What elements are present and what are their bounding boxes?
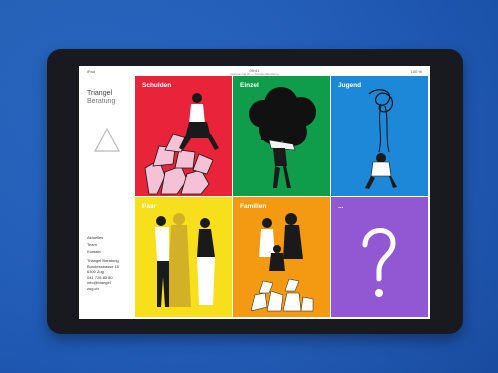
status-battery: 100 % <box>410 69 422 74</box>
tile-label-jugend: Jugend <box>338 82 362 89</box>
tile-familien[interactable]: Familien <box>233 197 330 317</box>
menu-item-team[interactable]: Team <box>87 241 103 248</box>
sidebar: Triangel Beratung Aktuelles Team Kontakt… <box>79 76 135 319</box>
sidebar-menu: Aktuelles Team Kontakt <box>87 234 103 255</box>
couple-icon <box>155 213 215 307</box>
family-icon <box>250 213 314 312</box>
youth-swing-icon <box>365 89 397 189</box>
ipad-screen: iPad 09:41 triangel-zug.ch — Triangel Be… <box>79 66 430 319</box>
tile-schulden[interactable]: Schulden <box>135 76 232 196</box>
brand-subtitle[interactable]: Beratung <box>87 98 115 105</box>
brand-name[interactable]: Triangel <box>87 90 112 97</box>
tile-paar[interactable]: Paar <box>135 197 232 317</box>
tile-label-more: ... <box>338 203 344 210</box>
menu-item-kontakt[interactable]: Kontakt <box>87 248 103 255</box>
menu-item-aktuelles[interactable]: Aktuelles <box>87 234 103 241</box>
address-block: Triangel Beratung Bundesstrasse 15 6300 … <box>87 258 119 291</box>
debt-person-icon <box>144 93 219 195</box>
tile-label-schulden: Schulden <box>142 82 172 89</box>
person-carrying-cloud-icon <box>249 87 316 188</box>
question-mark-icon <box>362 228 396 297</box>
tile-more[interactable]: ... <box>331 197 428 317</box>
topic-grid: Schulden Einzel Jugend Paar Familien ... <box>135 76 430 319</box>
triangle-logo-icon[interactable] <box>93 126 121 154</box>
address-line: Triangel Beratung <box>87 258 119 263</box>
tile-label-familien: Familien <box>240 203 267 210</box>
address-email-domain[interactable]: zug.ch <box>87 286 119 292</box>
status-bar: iPad 09:41 triangel-zug.ch — Triangel Be… <box>79 66 430 76</box>
tile-jugend[interactable]: Jugend <box>331 76 428 196</box>
tile-label-einzel: Einzel <box>240 82 259 89</box>
tile-label-paar: Paar <box>142 203 157 210</box>
tile-einzel[interactable]: Einzel <box>233 76 330 196</box>
